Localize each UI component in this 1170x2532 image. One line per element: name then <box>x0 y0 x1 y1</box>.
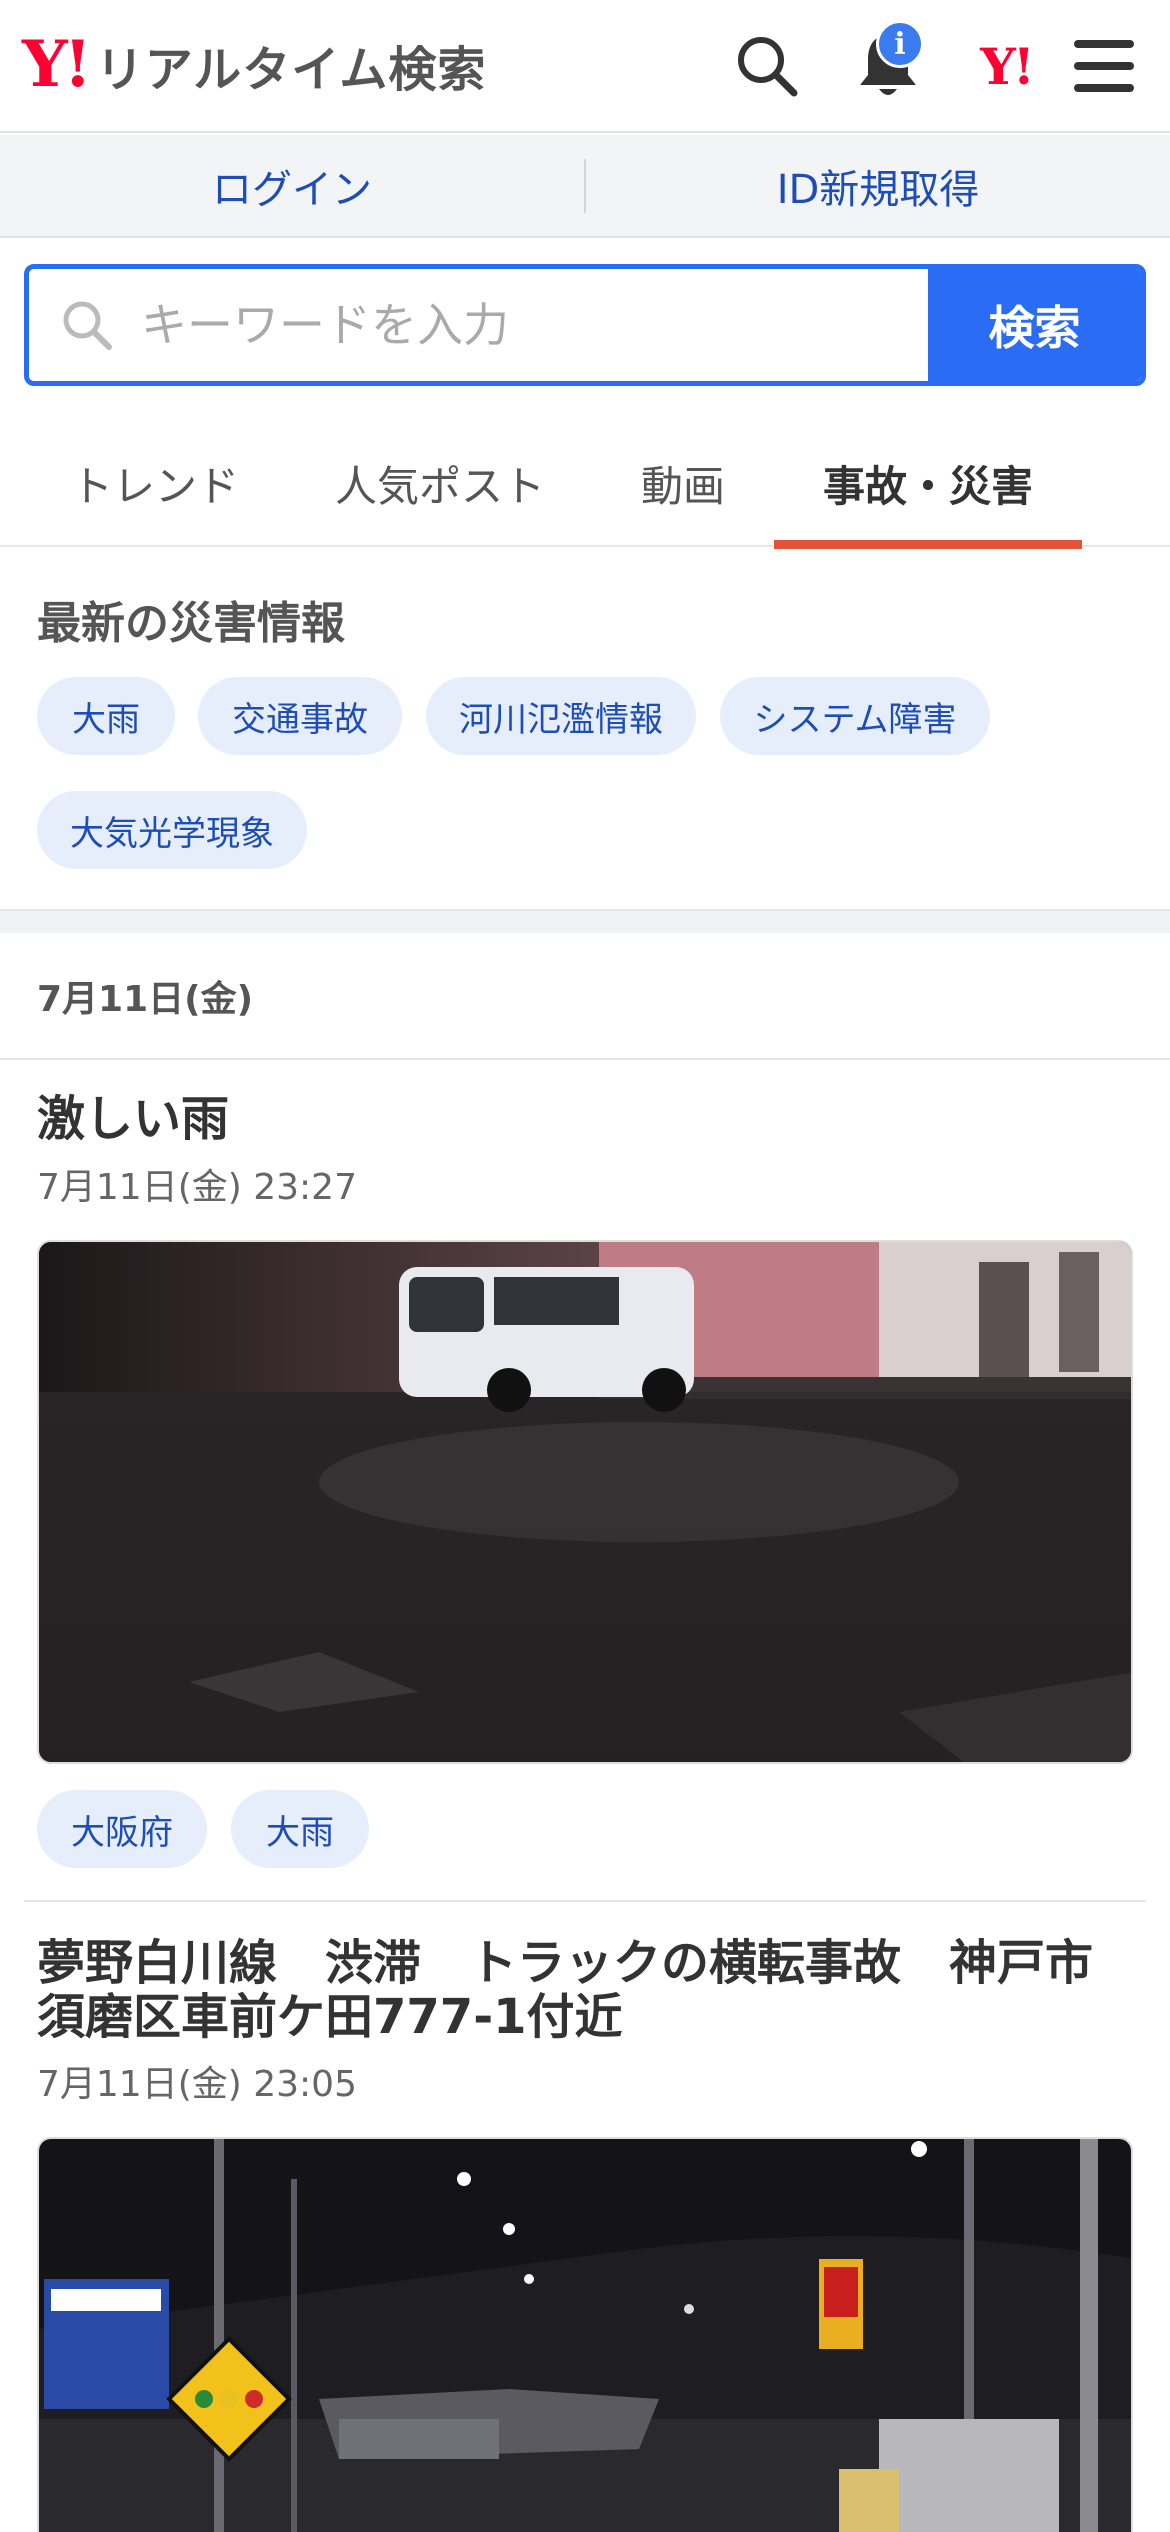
chip-river-flood[interactable]: 河川氾濫情報 <box>426 677 696 755</box>
search-bar: 検索 <box>24 264 1146 386</box>
section-divider <box>0 909 1170 933</box>
search-input[interactable] <box>141 298 841 352</box>
chip-atmospheric-optics[interactable]: 大気光学現象 <box>37 791 307 869</box>
register-link[interactable]: ID新規取得 <box>586 157 1170 215</box>
search-field-icon <box>63 301 112 350</box>
date-header: 7月11日(金) <box>0 933 1170 1060</box>
tag-heavy-rain[interactable]: 大雨 <box>231 1790 369 1868</box>
post-time: 7月11日(金) 23:05 <box>37 2064 357 2105</box>
menu-button[interactable] <box>1064 26 1144 106</box>
login-link[interactable]: ログイン <box>0 157 584 215</box>
search-button[interactable]: 検索 <box>928 269 1141 381</box>
post-image-rain[interactable] <box>37 1240 1133 1764</box>
tab-accident-disaster[interactable]: 事故・災害 <box>774 420 1082 549</box>
category-tabs: トレンド 人気ポスト 動画 事故・災害 <box>0 420 1170 549</box>
post-title[interactable]: 夢野白川線 渋滞 トラックの横転事故 神戸市須磨区車前ケ田777-1付近 <box>37 1936 1137 2044</box>
post-separator <box>24 1900 1146 1902</box>
yahoo-logo-mark: Y! <box>22 27 92 102</box>
chip-traffic-accident[interactable]: 交通事故 <box>198 677 402 755</box>
hamburger-menu-icon <box>1074 40 1134 92</box>
tab-popular-posts[interactable]: 人気ポスト <box>320 420 560 547</box>
search-field-container <box>29 269 928 381</box>
post-image-accident[interactable] <box>37 2137 1133 2532</box>
truck-accident-photo <box>39 2139 1131 2532</box>
yahoo-japan-link[interactable]: Y! <box>966 26 1046 106</box>
disaster-section-title: 最新の災害情報 <box>37 598 345 649</box>
rain-street-photo <box>39 1242 1131 1762</box>
yahoo-small-logo: Y! <box>980 36 1035 96</box>
search-icon-button[interactable] <box>727 26 807 106</box>
tab-video[interactable]: 動画 <box>608 420 758 547</box>
account-bar: ログイン ID新規取得 <box>0 135 1170 238</box>
tab-trend[interactable]: トレンド <box>40 420 270 547</box>
chip-system-failure[interactable]: システム障害 <box>720 677 990 755</box>
tag-osaka[interactable]: 大阪府 <box>37 1790 207 1868</box>
chip-heavy-rain[interactable]: 大雨 <box>37 677 175 755</box>
post-time: 7月11日(金) 23:27 <box>37 1167 357 1208</box>
notification-badge: i <box>876 20 924 68</box>
search-icon <box>738 37 798 97</box>
post-title[interactable]: 激しい雨 <box>37 1092 1137 1146</box>
app-header: Y! リアルタイム検索 i Y! <box>0 0 1170 133</box>
disaster-info-section: 最新の災害情報 大雨 交通事故 河川氾濫情報 システム障害 大気光学現象 <box>0 549 1170 909</box>
logo-title: リアルタイム検索 <box>95 42 487 98</box>
yahoo-realtime-logo[interactable]: Y! リアルタイム検索 <box>22 30 486 100</box>
notification-button[interactable]: i <box>848 20 928 106</box>
